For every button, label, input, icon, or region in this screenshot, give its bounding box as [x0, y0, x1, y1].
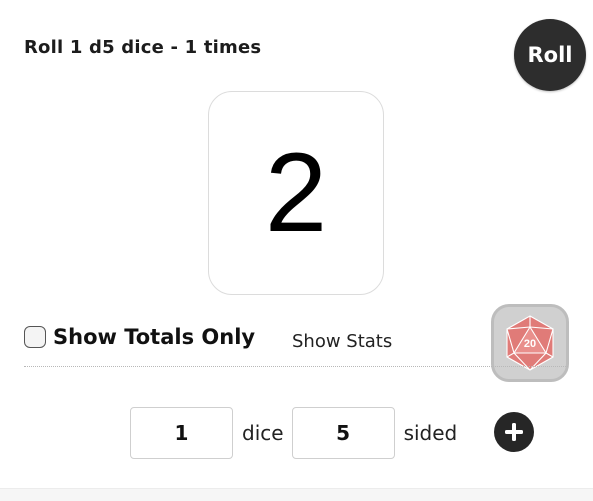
show-totals-option[interactable]: Show Totals Only [24, 325, 255, 349]
show-stats-link[interactable]: Show Stats [292, 331, 392, 352]
add-dice-button[interactable] [494, 412, 534, 452]
plus-icon [505, 423, 523, 441]
dice-count-input[interactable] [130, 407, 233, 459]
sides-input[interactable] [291, 407, 395, 459]
dice-result-card: 2 [208, 91, 384, 295]
page-title: Roll 1 d5 dice - 1 times [24, 37, 262, 58]
sided-label: sided [403, 421, 458, 445]
d20-icon: 20 [506, 315, 554, 371]
bottom-edge [0, 488, 593, 501]
roll-button[interactable]: Roll [514, 19, 586, 91]
dice-type-button[interactable]: 20 [491, 304, 569, 382]
dice-label: dice [242, 421, 284, 445]
show-totals-checkbox[interactable] [24, 326, 46, 348]
show-totals-label[interactable]: Show Totals Only [53, 325, 255, 349]
dice-result-value: 2 [264, 130, 328, 255]
dice-config-row: dice sided [130, 407, 457, 459]
d20-icon-number: 20 [524, 338, 536, 350]
section-divider [24, 366, 568, 367]
